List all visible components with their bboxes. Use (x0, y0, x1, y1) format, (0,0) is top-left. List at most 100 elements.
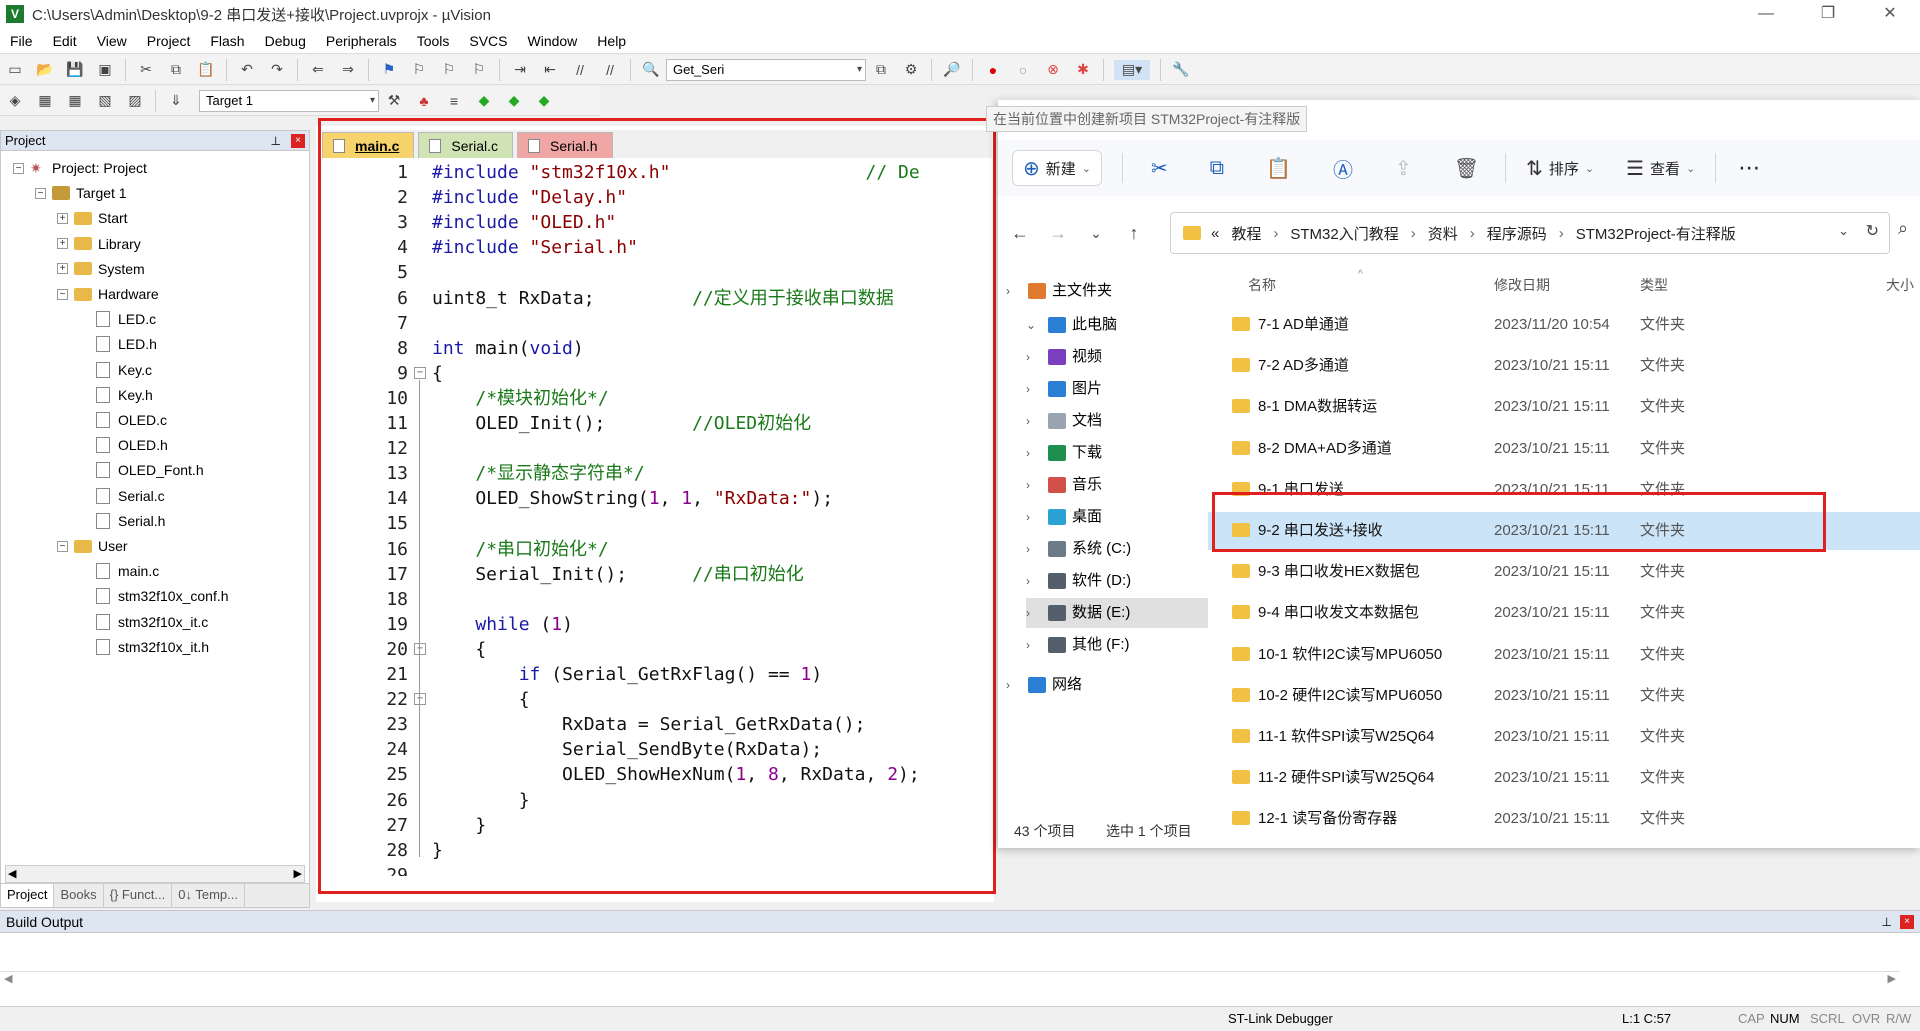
tree-item-file[interactable]: OLED.h (79, 434, 168, 456)
column-header-name[interactable]: 名称 (1248, 270, 1276, 300)
code-line[interactable]: 20− { (322, 637, 992, 662)
sort-button[interactable]: ⇅ 排序 ⌄ (1526, 156, 1594, 181)
find-combo[interactable]: Get_Seri ▾ (666, 58, 866, 81)
tree-item-file[interactable]: main.c (79, 560, 159, 582)
collapse-icon[interactable]: − (13, 162, 24, 174)
debug-start-icon[interactable]: 🔎 (942, 60, 962, 80)
nav-item[interactable]: › 视频 (1026, 342, 1102, 372)
indent-icon[interactable]: ⇥ (510, 60, 530, 80)
stop-build-icon[interactable]: ▨ (125, 91, 145, 111)
breadcrumb-item[interactable]: STM32Project-有注释版 (1576, 223, 1736, 244)
expand-chevron-icon[interactable]: › (1006, 276, 1022, 306)
code-line[interactable]: 14 OLED_ShowString(1, 1, "RxData:"); (322, 486, 992, 511)
panel-tab-3[interactable]: 0↓ Temp... (172, 884, 245, 907)
code-line[interactable]: 29 (322, 863, 992, 876)
collapse-icon[interactable]: − (57, 288, 68, 300)
wrench-icon[interactable]: 🔧 (1171, 60, 1191, 80)
breadcrumb-item[interactable]: « (1211, 225, 1219, 242)
code-line[interactable]: 10 /*模块初始化*/ (322, 386, 992, 411)
code-line[interactable]: 23 RxData = Serial_GetRxData(); (322, 712, 992, 737)
nav-item[interactable]: › 音乐 (1026, 470, 1102, 500)
code-line[interactable]: 15 (322, 511, 992, 536)
chevron-down-icon[interactable]: ⌄ (1838, 223, 1849, 239)
breadcrumb-item[interactable]: STM32入门教程 (1290, 223, 1398, 244)
breadcrumb-item[interactable]: 程序源码 (1487, 223, 1547, 244)
collapse-icon[interactable]: − (57, 540, 68, 552)
copy-button[interactable]: ⧉ (1210, 157, 1230, 180)
column-header-date[interactable]: 修改日期 (1494, 270, 1550, 300)
download-icon[interactable]: ⇓ (166, 91, 186, 111)
fold-icon[interactable]: − (414, 366, 426, 379)
file-row[interactable]: 9-4 串口收发文本数据包 2023/10/21 15:11 文件夹 (1208, 594, 1920, 632)
breakpoint-kill-all-icon[interactable]: ✱ (1073, 60, 1093, 80)
panel-tab-1[interactable]: Books (54, 884, 104, 907)
bookmark-clear-icon[interactable]: ⚐ (469, 60, 489, 80)
target-combo[interactable]: Target 1 ▾ (199, 89, 379, 112)
tree-item-file[interactable]: LED.c (79, 308, 156, 330)
target-options-icon[interactable]: ⚒ (384, 91, 404, 111)
uncomment-icon[interactable]: // (600, 60, 620, 80)
tree-item-project[interactable]: − ✷ Project: Project (13, 157, 147, 179)
code-line[interactable]: 22− { (322, 687, 992, 712)
menu-flash[interactable]: Flash (200, 33, 254, 49)
unindent-icon[interactable]: ⇤ (540, 60, 560, 80)
tree-item-folder[interactable]: + Start (57, 207, 128, 229)
expand-chevron-icon[interactable]: ⌄ (1026, 310, 1042, 340)
tree-item-file[interactable]: LED.h (79, 333, 157, 355)
paste-icon[interactable]: 📋 (196, 60, 216, 80)
file-row[interactable]: 7-2 AD多通道 2023/10/21 15:11 文件夹 (1208, 347, 1920, 385)
run-time-env-icon[interactable]: ◆ (534, 91, 554, 111)
paste-button[interactable]: 📋 (1266, 156, 1297, 181)
view-button[interactable]: ☰ 查看 ⌄ (1626, 156, 1695, 181)
editor-tab[interactable]: Serial.c (418, 132, 514, 158)
expand-chevron-icon[interactable]: › (1006, 670, 1022, 700)
recent-locations-icon[interactable]: ⌄ (1080, 225, 1112, 242)
editor-tab[interactable]: Serial.h (517, 132, 613, 158)
pin-icon[interactable]: ⊥ (1882, 911, 1892, 933)
file-row[interactable]: 8-2 DMA+AD多通道 2023/10/21 15:11 文件夹 (1208, 430, 1920, 468)
nav-item[interactable]: › 数据 (E:) (1026, 598, 1208, 628)
nav-item[interactable]: › 文档 (1026, 406, 1102, 436)
file-row[interactable]: 11-2 硬件SPI读写W25Q64 2023/10/21 15:11 文件夹 (1208, 759, 1920, 797)
code-line[interactable]: 11 OLED_Init(); //OLED初始化 (322, 411, 992, 436)
nav-item[interactable]: › 软件 (D:) (1026, 566, 1131, 596)
new-file-icon[interactable]: ▭ (5, 60, 25, 80)
expand-chevron-icon[interactable]: › (1026, 406, 1042, 436)
select-software-packs-icon[interactable]: ◆ (504, 91, 524, 111)
file-row[interactable]: 11-1 软件SPI读写W25Q64 2023/10/21 15:11 文件夹 (1208, 718, 1920, 756)
column-header-type[interactable]: 类型 (1640, 270, 1668, 300)
file-row[interactable]: 7-1 AD单通道 2023/11/20 10:54 文件夹 (1208, 306, 1920, 344)
search-icon[interactable]: ⌕ (1898, 218, 1908, 239)
bookmark-prev-icon[interactable]: ⚐ (409, 60, 429, 80)
copy-icon[interactable]: ⧉ (166, 60, 186, 80)
code-line[interactable]: 28} (322, 838, 992, 863)
editor-tab[interactable]: main.c (322, 132, 415, 158)
fold-icon[interactable]: − (414, 642, 426, 655)
close-icon[interactable]: × (1900, 915, 1914, 929)
manage-components-icon[interactable]: ♣ (414, 91, 434, 111)
code-line[interactable]: 17 Serial_Init(); //串口初始化 (322, 562, 992, 587)
breakpoint-icon[interactable]: ● (983, 60, 1003, 80)
manage-books-icon[interactable]: ≡ (444, 91, 464, 111)
share-button[interactable]: ⇪ (1395, 156, 1418, 181)
tree-item-folder[interactable]: − Hardware (57, 283, 159, 305)
fold-icon[interactable]: − (414, 693, 426, 706)
bookmark-icon[interactable]: ⚑ (379, 60, 399, 80)
nav-item[interactable]: › 主文件夹 (1006, 276, 1112, 306)
code-line[interactable]: 12 (322, 436, 992, 461)
code-line[interactable]: 4 #include "Serial.h" (322, 235, 992, 260)
expand-icon[interactable]: + (57, 238, 68, 250)
code-line[interactable]: 26 } (322, 788, 992, 813)
tree-item-file[interactable]: OLED.c (79, 409, 167, 431)
open-file-icon[interactable]: 📂 (35, 60, 55, 80)
file-row[interactable]: 10-2 硬件I2C读写MPU6050 2023/10/21 15:11 文件夹 (1208, 677, 1920, 715)
browse-icon[interactable]: ⧉ (871, 60, 891, 80)
scroll-right-icon[interactable]: ▶ (294, 867, 302, 880)
code-line[interactable]: 19 while (1) (322, 612, 992, 637)
collapse-icon[interactable]: − (35, 187, 46, 199)
code-line[interactable]: 13 /*显示静态字符串*/ (322, 461, 992, 486)
tree-item-folder[interactable]: − User (57, 535, 128, 557)
expand-chevron-icon[interactable]: › (1026, 598, 1042, 628)
menu-project[interactable]: Project (137, 33, 201, 49)
undo-icon[interactable]: ↶ (237, 60, 257, 80)
